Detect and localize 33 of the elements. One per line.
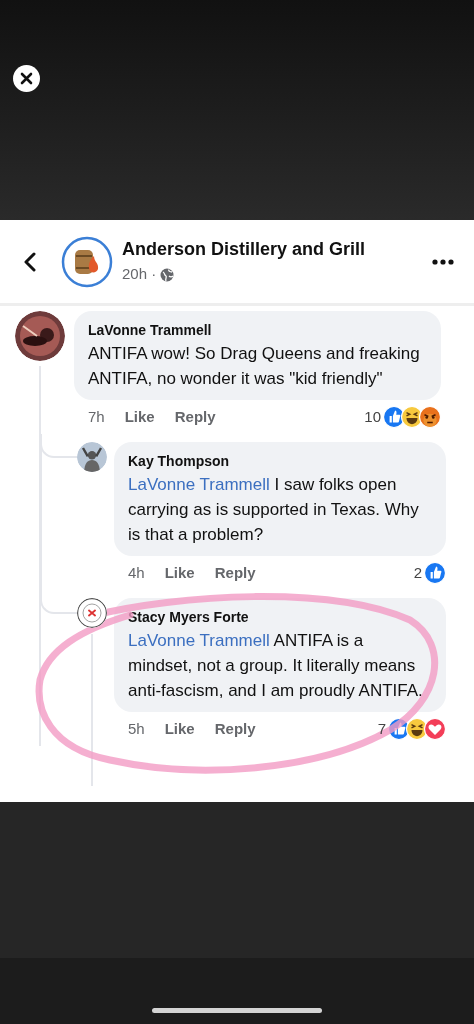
close-icon[interactable] [13, 65, 40, 92]
comment-action-link[interactable]: Like [164, 717, 195, 741]
angry-reaction-icon [419, 406, 441, 428]
comment-action-link[interactable]: Reply [214, 717, 256, 741]
comment-text: LaVonne Trammell I saw folks open carrying as is supported in Texas. Why is that a problem? [128, 474, 420, 546]
comment-author[interactable]: Kay Thompson [128, 450, 432, 472]
comment-action-link[interactable]: Like [164, 561, 195, 585]
avatar[interactable] [77, 442, 107, 472]
comment-time: 7h [88, 406, 105, 427]
comment-text: LaVonne Trammell ANTIFA is a mindset, not a group. It literally means anti-fascism, and I am proudly ANTIFA. [128, 630, 424, 702]
reaction-count: 7 [377, 718, 386, 739]
mention-link[interactable]: LaVonne Trammell [128, 631, 270, 650]
more-icon[interactable] [432, 258, 454, 265]
comment-action-link[interactable]: Like [124, 405, 155, 429]
page-name[interactable]: Anderson Distillery and Grill [122, 237, 432, 262]
like-reaction-icon [424, 562, 446, 584]
comment-author[interactable]: Stacy Myers Forte [128, 606, 432, 628]
back-icon[interactable] [22, 250, 38, 273]
comment-time: 5h [128, 718, 145, 739]
comment-action-link[interactable]: Reply [174, 405, 216, 429]
post-time: 20h · [122, 264, 157, 285]
comment-action-link[interactable]: Reply [214, 561, 256, 585]
reaction-count: 10 [364, 406, 381, 427]
page-avatar[interactable] [61, 235, 113, 288]
avatar[interactable] [15, 311, 65, 361]
heart-reaction-icon [424, 718, 446, 740]
comment-author[interactable]: LaVonne Trammell [88, 319, 427, 341]
globe-icon [160, 267, 175, 282]
reaction-count: 2 [413, 562, 422, 583]
comment-time: 4h [128, 562, 145, 583]
avatar[interactable] [77, 598, 107, 628]
comment-text: ANTIFA wow! So Drag Queens and freaking ANTIFA, no wonder it was "kid friendly" [88, 343, 421, 390]
mention-link[interactable]: LaVonne Trammell [128, 475, 270, 494]
